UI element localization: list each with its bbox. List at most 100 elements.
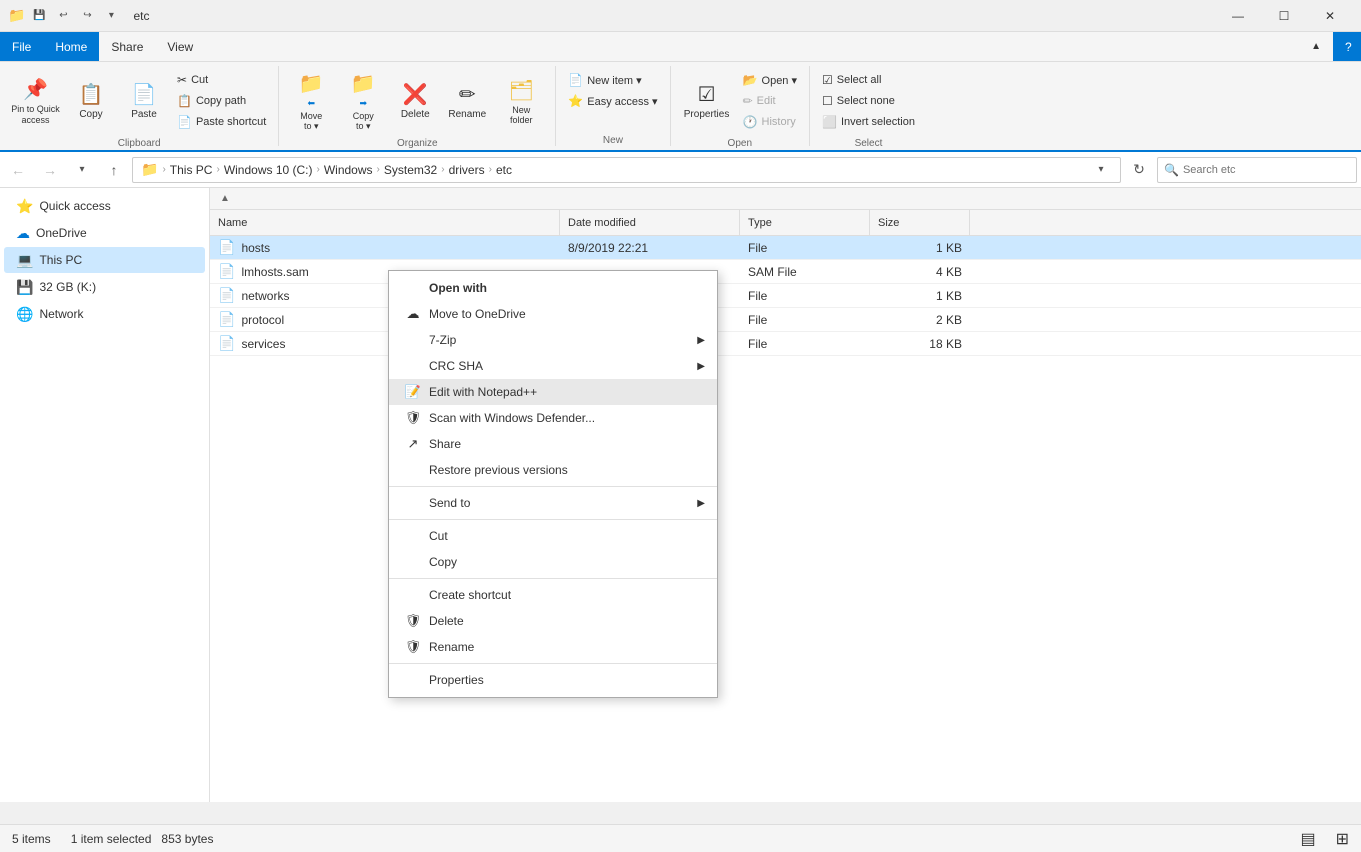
sidebar-item-this-pc[interactable]: 💻 This PC [4,247,205,273]
col-header-size[interactable]: Size [870,210,970,235]
col-header-type[interactable]: Type [740,210,870,235]
file-row[interactable]: 📄 networks File 1 KB [210,284,1361,308]
view-large-icon[interactable]: ⊞ [1336,829,1349,849]
selection-info: 1 item selected 853 bytes [71,832,214,846]
submenu-arrow-icon: ▶ [697,335,705,346]
copy-path-btn[interactable]: 📋 Copy path [173,91,270,111]
rename-btn[interactable]: ✏ Rename [443,70,491,132]
context-menu-item[interactable]: ↗Share [389,431,717,457]
forward-btn[interactable]: → [36,156,64,184]
select-content: ☑ Select all ☐ Select none ⬜ Invert sele… [818,66,919,136]
file-list-area: ▲ Name Date modified Type Size 📄 hosts 8… [210,188,1361,802]
context-menu-item[interactable]: Properties [389,667,717,693]
path-system32[interactable]: System32 [384,163,437,177]
context-menu-item[interactable]: Create shortcut [389,582,717,608]
move-to-btn[interactable]: 📁 ⬅ Moveto ▾ [287,70,335,132]
history-btn[interactable]: 🕐 History [739,112,801,132]
collapse-ribbon-btn[interactable]: ▲ [1299,32,1333,61]
new-folder-btn[interactable]: 🗂 Newfolder [495,70,547,132]
new-small-btns: 📄 New item ▾ ⭐ Easy access ▾ [564,70,661,111]
copy-folder-icon: 📁 [351,71,376,96]
qa-dropdown-btn[interactable]: ▾ [101,6,121,26]
context-menu-item[interactable]: 🛡Delete [389,608,717,634]
context-menu-item[interactable]: 🛡Scan with Windows Defender... [389,405,717,431]
search-input[interactable] [1183,164,1350,176]
invert-label: Invert selection [841,116,915,128]
move-arrow-icon: ⬅ [308,98,316,109]
recent-locations-btn[interactable]: ▾ [68,156,96,184]
sidebar-item-network[interactable]: 🌐 Network [4,301,205,327]
copy-large-btn[interactable]: 📋 Copy [67,70,115,132]
address-path[interactable]: 📁 › This PC › Windows 10 (C:) › Windows … [132,157,1121,183]
maximize-btn[interactable]: ☐ [1261,0,1307,32]
up-btn[interactable]: ↑ [100,156,128,184]
tab-view[interactable]: View [155,32,205,61]
edit-btn[interactable]: ✏ Edit [739,91,801,111]
sidebar-item-quick-access[interactable]: ⭐ Quick access [4,193,205,219]
col-header-date[interactable]: Date modified [560,210,740,235]
file-row[interactable]: 📄 services File 18 KB [210,332,1361,356]
paste-shortcut-btn[interactable]: 📄 Paste shortcut [173,112,270,132]
file-icon: 📄 [218,239,235,256]
cut-btn[interactable]: ✂ Cut [173,70,270,90]
path-drivers[interactable]: drivers [449,163,485,177]
view-details-icon[interactable]: ▤ [1300,829,1315,849]
quick-save-btn[interactable]: 💾 [29,6,49,26]
file-size: 18 KB [870,332,970,355]
tab-file[interactable]: File [0,32,43,61]
ctx-item-icon: 🛡 [405,613,421,629]
path-this-pc[interactable]: This PC [170,163,213,177]
context-menu-item[interactable]: ☁Move to OneDrive [389,301,717,327]
file-type: File [740,284,870,307]
context-menu-item[interactable]: 📝Edit with Notepad++ [389,379,717,405]
copy-label: Copy [79,109,102,120]
redo-btn[interactable]: ↪ [77,6,97,26]
paste-large-btn[interactable]: 📄 Paste [119,70,169,132]
easy-access-btn[interactable]: ⭐ Easy access ▾ [564,91,661,111]
network-icon: 🌐 [16,306,33,323]
properties-btn[interactable]: ☑ Properties [679,70,735,132]
ctx-item-label: 7-Zip [429,333,456,347]
open-small-btns: 📂 Open ▾ ✏ Edit 🕐 History [739,70,801,132]
path-c-drive[interactable]: Windows 10 (C:) [224,163,313,177]
clipboard-content: 📌 Pin to Quick access 📋 Copy 📄 Paste ✂ [8,66,270,136]
context-menu-item[interactable]: Open with [389,275,717,301]
context-menu-item[interactable]: Restore previous versions [389,457,717,483]
col-sort-up-btn[interactable]: ▲ [214,188,236,210]
minimize-btn[interactable]: — [1215,0,1261,32]
context-menu-item[interactable]: 🛡Rename [389,634,717,660]
col-header-name[interactable]: Name [210,210,560,235]
close-btn[interactable]: ✕ [1307,0,1353,32]
sidebar-item-onedrive[interactable]: ☁ OneDrive [4,220,205,246]
ctx-item-icon [405,358,421,374]
context-menu-item[interactable]: Send to▶ [389,490,717,516]
select-all-btn[interactable]: ☑ Select all [818,70,919,90]
this-pc-icon: 💻 [16,252,33,269]
context-menu-item[interactable]: 7-Zip ▶ [389,327,717,353]
undo-btn[interactable]: ↩ [53,6,73,26]
select-none-btn[interactable]: ☐ Select none [818,91,919,111]
path-etc[interactable]: etc [496,163,512,177]
address-dropdown-btn[interactable]: ▾ [1090,159,1112,181]
context-menu-item[interactable]: Cut [389,523,717,549]
context-menu-item[interactable]: CRC SHA▶ [389,353,717,379]
help-btn[interactable]: ? [1333,32,1361,61]
invert-selection-btn[interactable]: ⬜ Invert selection [818,112,919,132]
back-btn[interactable]: ← [4,156,32,184]
sidebar-item-32gb[interactable]: 💾 32 GB (K:) [4,274,205,300]
pin-to-quick-access-btn[interactable]: 📌 Pin to Quick access [8,70,63,132]
refresh-btn[interactable]: ↻ [1125,156,1153,184]
file-row[interactable]: 📄 lmhosts.sam SAM File 4 KB [210,260,1361,284]
file-date: 8/9/2019 22:21 [560,236,740,259]
file-row[interactable]: 📄 hosts 8/9/2019 22:21 File 1 KB [210,236,1361,260]
copy-to-btn[interactable]: 📁 ➡ Copyto ▾ [339,70,387,132]
path-windows[interactable]: Windows [324,163,373,177]
tab-home[interactable]: Home [43,32,99,61]
context-menu-item[interactable]: Copy [389,549,717,575]
status-bar: 5 items 1 item selected 853 bytes ▤ ⊞ [0,824,1361,852]
delete-btn[interactable]: ❌ Delete [391,70,439,132]
open-btn[interactable]: 📂 Open ▾ [739,70,801,90]
tab-share[interactable]: Share [99,32,155,61]
file-row[interactable]: 📄 protocol File 2 KB [210,308,1361,332]
new-item-btn[interactable]: 📄 New item ▾ [564,70,661,90]
